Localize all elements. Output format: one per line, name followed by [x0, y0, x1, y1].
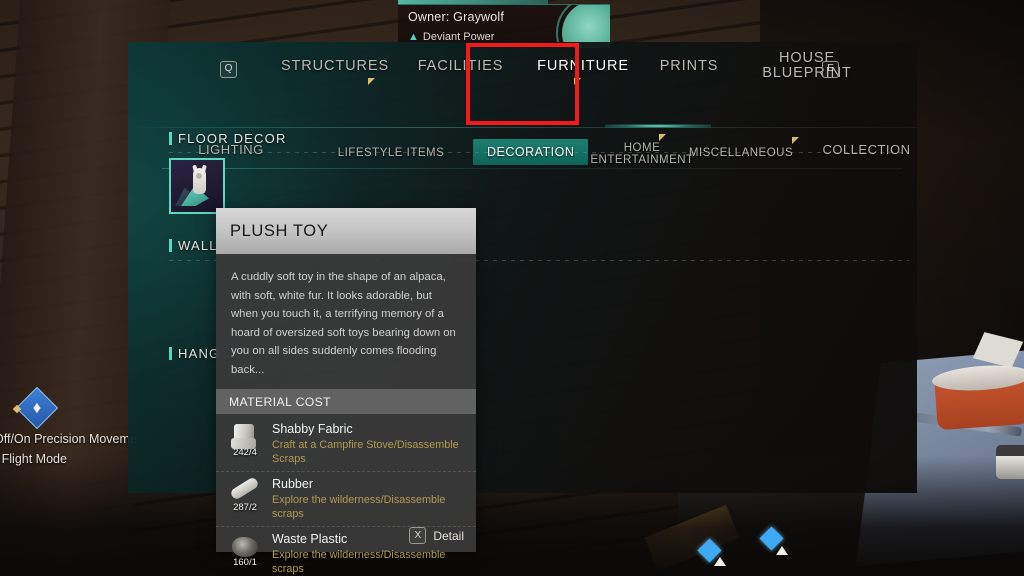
material-name: Rubber [272, 477, 313, 491]
material-cost-list: 242/4 Shabby Fabric Craft at a Campfire … [216, 414, 476, 576]
material-count: 287/2 [233, 502, 257, 513]
fabric-roll-icon: 242/4 [227, 422, 263, 458]
fabric-roll-shape [231, 424, 256, 449]
section-label: HANG [178, 346, 221, 361]
world-marker-triangle [714, 557, 726, 566]
detail-label: Detail [433, 528, 464, 543]
alpaca-body-icon [193, 168, 206, 194]
world-marker-triangle [776, 546, 788, 555]
material-cost-header: MATERIAL COST [216, 389, 476, 414]
section-rule [169, 152, 909, 153]
key-hint-q: Q [220, 58, 237, 78]
alpaca-face-icon [196, 173, 202, 179]
material-source: Craft at a Campfire Stove/Disassemble Sc… [272, 439, 459, 465]
subtab-underline [162, 168, 902, 169]
item-tooltip: PLUSH TOY A cuddly soft toy in the shape… [216, 208, 476, 575]
rubber-rod-icon: 287/2 [227, 476, 263, 513]
section-accent-bar [169, 347, 172, 360]
hud-hint-precision-movement: Off/On Precision Moveme [0, 432, 137, 446]
material-count: 242/4 [233, 447, 257, 458]
rubber-rod-shape [229, 476, 260, 501]
tab-house-blueprint-line1: HOUSE [778, 50, 836, 66]
material-source: Explore the wilderness/Disassemble scrap… [272, 494, 446, 520]
section-label: FLOOR DECOR [178, 131, 287, 146]
section-header-floor-decor: FLOOR DECOR [169, 131, 287, 146]
subtab-lifestyle-items[interactable]: LIFESTYLE ITEMS [326, 147, 456, 159]
section-label: WALL [178, 238, 218, 253]
material-name: Shabby Fabric [272, 422, 353, 436]
item-slot-plush-toy[interactable] [169, 158, 225, 214]
subtab-miscellaneous[interactable]: MISCELLANEOUS [673, 147, 809, 159]
game-screen: ♦ Off/On Precision Moveme r Flight Mode … [0, 0, 1024, 576]
section-accent-bar [169, 239, 172, 252]
key-hint-x: X [409, 527, 427, 544]
section-accent-bar [169, 132, 172, 145]
material-source: Explore the wilderness/Disassemble scrap… [272, 549, 446, 575]
material-count: 160/1 [233, 557, 257, 568]
subtab-collection[interactable]: COLLECTION [804, 143, 917, 156]
key-hint-e: E [822, 58, 839, 78]
material-row: 242/4 Shabby Fabric Craft at a Campfire … [216, 417, 476, 472]
active-tab-glow [605, 124, 711, 128]
waste-plastic-shape [232, 537, 258, 557]
tooltip-description: A cuddly soft toy in the shape of an alp… [231, 271, 456, 376]
tab-new-marker [574, 78, 581, 85]
subtab-new-marker [792, 137, 799, 144]
material-row: 287/2 Rubber Explore the wilderness/Disa… [216, 472, 476, 527]
tab-divider [128, 127, 917, 128]
section-header-wall-decor: WALL [169, 238, 218, 253]
tab-new-marker [368, 78, 375, 85]
tooltip-title: PLUSH TOY [216, 208, 476, 254]
flight-mode-glyph: ♦ [32, 398, 42, 417]
waste-plastic-icon: 160/1 [227, 532, 263, 568]
subtab-new-marker [659, 134, 666, 141]
tab-house-blueprint[interactable]: HOUSE BLUEPRINT [674, 51, 917, 81]
hud-hint-flight-mode: r Flight Mode [0, 452, 67, 466]
section-header-hanging-decor: HANG [169, 346, 220, 361]
category-tab-bar: Q STRUCTURES FACILITIES FURNITURE PRINTS… [128, 42, 917, 92]
tab-house-blueprint-line2: BLUEPRINT [762, 65, 852, 81]
detail-hint[interactable]: X Detail [409, 527, 464, 544]
